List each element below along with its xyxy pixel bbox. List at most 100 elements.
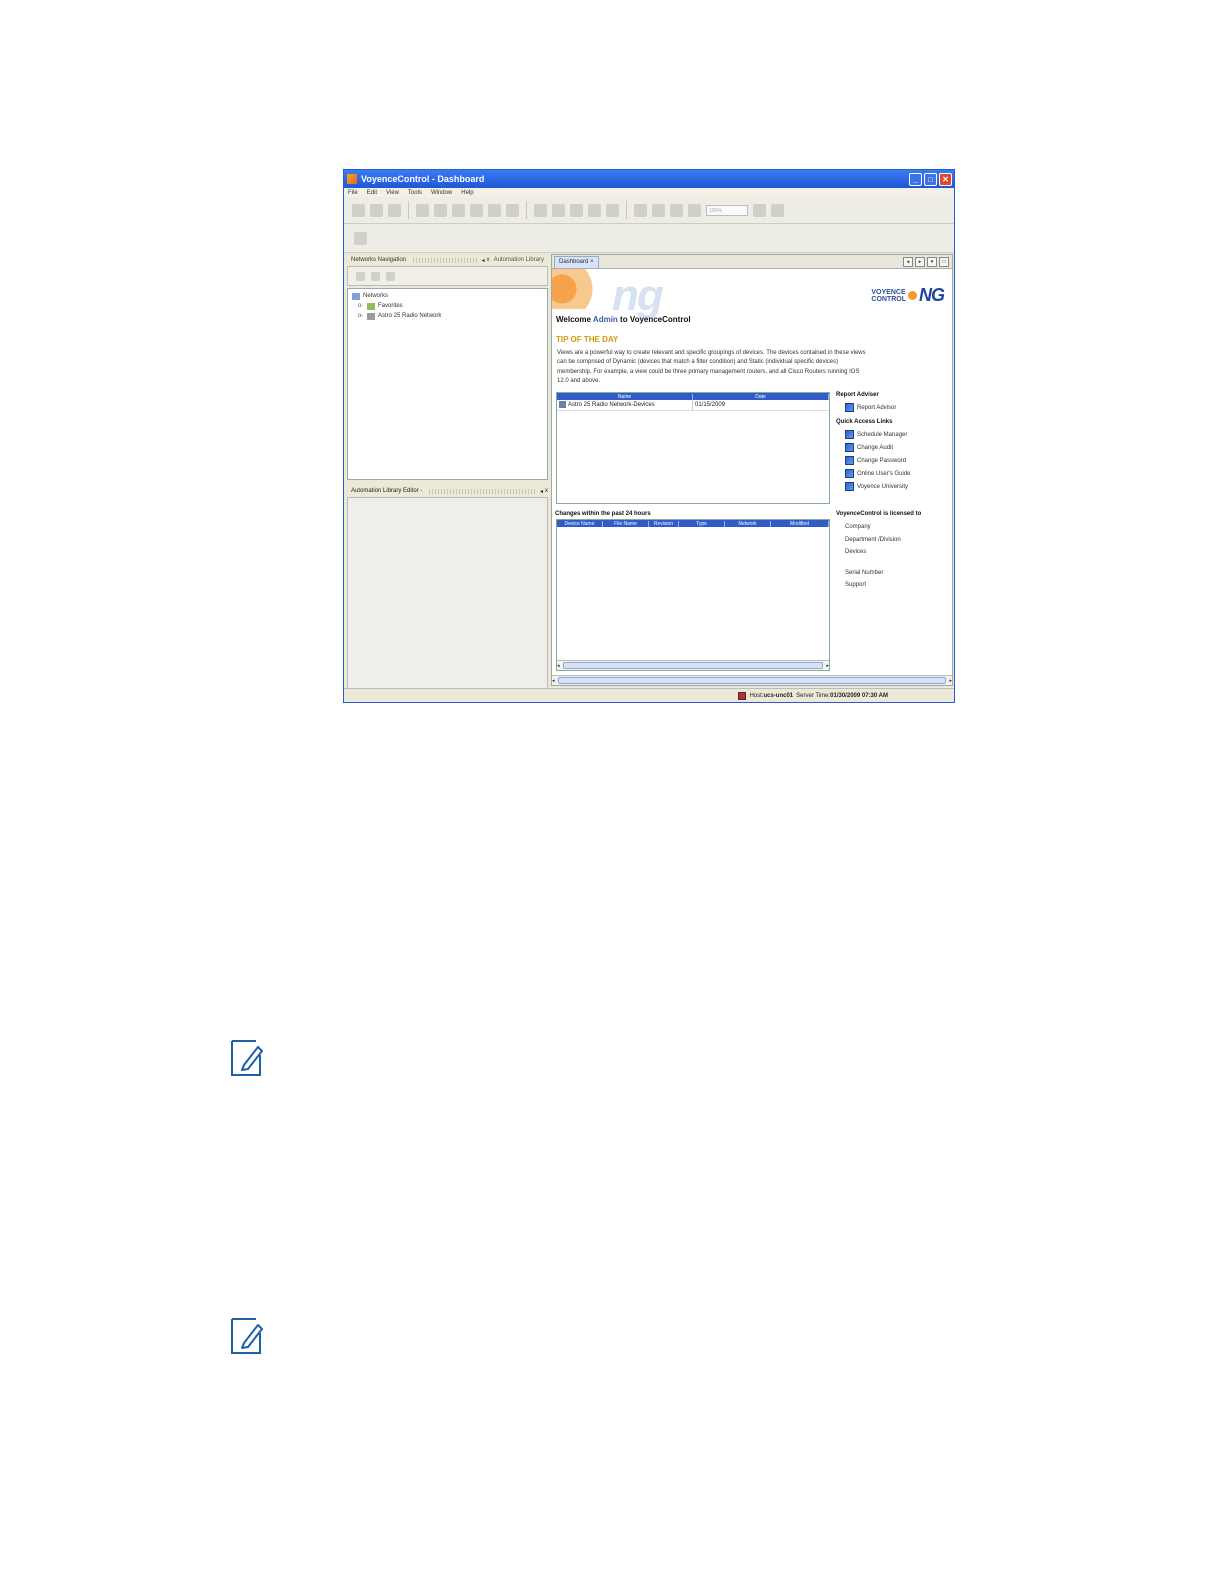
close-tab-icon[interactable]: × [590,259,594,265]
voyence-logo: VOYENCE CONTROL NG [871,285,945,305]
license-fields: Company Department /Division Devices Ser… [845,521,901,592]
tab-list-icon[interactable]: ▾ [927,256,937,267]
home-icon[interactable] [354,231,367,245]
sun-graphic [552,269,607,309]
license-company: Company [845,524,871,530]
pin-icon[interactable]: ◂ [482,257,485,264]
changes-title: Changes within the past 24 hours [555,511,651,517]
expand-icon[interactable] [356,271,365,281]
link-change-audit[interactable]: Change Audit [836,441,952,454]
edit-note-icon [231,1040,263,1076]
column-file-name[interactable]: File Name [603,520,649,527]
table-icon[interactable] [552,203,565,217]
print-icon[interactable] [534,203,547,217]
drag-handle[interactable] [413,257,477,263]
zoom-select[interactable]: 100% [706,204,748,216]
window-title: VoyenceControl - Dashboard [361,174,485,184]
automation-editor-body [347,498,548,689]
link-voyence-university[interactable]: Voyence University [836,480,952,493]
favorites-icon [367,302,375,310]
tree-item-astro-network[interactable]: o- Astro 25 Radio Network [352,311,543,321]
filter-edit-icon[interactable] [606,203,619,217]
title-bar[interactable]: VoyenceControl - Dashboard _ □ ✕ [344,170,954,188]
find-icon[interactable] [388,203,401,217]
menu-edit[interactable]: Edit [367,190,377,196]
column-date[interactable]: Date [693,393,829,400]
topology-icon[interactable] [570,203,583,217]
column-network[interactable]: Network [725,520,771,527]
tab-dashboard[interactable]: Dashboard × [554,255,599,268]
menu-bar: File Edit View Tools Window Help [344,188,954,197]
scroll-right-icon[interactable]: ▸ [949,678,952,684]
maximize-button[interactable]: □ [924,172,937,186]
tab-networks-navigation[interactable]: Networks Navigation [347,257,410,263]
user-icon[interactable] [352,203,365,217]
column-device-name[interactable]: Device Name [557,520,603,527]
app-window: VoyenceControl - Dashboard _ □ ✕ File Ed… [343,169,955,703]
scroll-thumb[interactable] [562,662,824,669]
menu-window[interactable]: Window [431,190,452,196]
filter-icon[interactable] [588,203,601,217]
menu-file[interactable]: File [348,190,358,196]
grid-icon[interactable] [634,203,647,217]
minimize-button[interactable]: _ [909,172,922,186]
funnel-icon[interactable] [652,203,665,217]
device-edit-icon[interactable] [452,203,465,217]
scroll-left-icon[interactable]: ◂ [903,256,913,267]
config-icon[interactable] [488,203,501,217]
license-devices: Devices [845,549,867,555]
license-support: Support [845,582,867,588]
tip-title: TIP OF THE DAY [556,335,619,344]
scroll-left-icon[interactable]: ◂ [557,663,560,669]
tab-automation-library[interactable]: Automation Library [490,257,548,263]
document-icon[interactable] [506,203,519,217]
column-name[interactable]: Name [557,393,693,400]
device-add-icon[interactable] [434,203,447,217]
changes-scrollbar[interactable]: ◂ ▸ [557,660,829,670]
link-change-password[interactable]: Change Password [836,454,952,467]
link-online-users-guide[interactable]: Online User's Guide [836,467,952,480]
toolbar-separator [526,201,527,219]
tree-item-favorites[interactable]: o- Favorites [352,301,543,311]
column-modified[interactable]: Modified [771,520,829,527]
welcome-message: Welcome Admin to VoyenceControl [556,315,691,324]
column-revision[interactable]: Revision [649,520,679,527]
automation-editor-header: Automation Library Editor - ◂ x [347,485,548,498]
expand-toggle-icon[interactable]: o- [358,313,364,319]
scroll-thumb[interactable] [557,677,947,684]
document-tabs: Dashboard × ◂ ▸ ▾ □ [552,255,952,269]
tree-item-networks[interactable]: Networks [352,291,543,301]
scroll-left-icon[interactable]: ◂ [552,678,555,684]
link-schedule-manager[interactable]: Schedule Manager [836,428,952,441]
user-add-icon[interactable] [370,203,383,217]
table-row[interactable]: Astro 25 Radio Network-Devices 01/15/200… [557,400,829,411]
delete-icon[interactable] [771,203,784,217]
dashboard-panel: Dashboard × ◂ ▸ ▾ □ ng VOYENCE CONTROL NG… [551,254,953,686]
collapse-icon[interactable] [371,271,380,281]
close-panel-icon[interactable]: x [545,488,548,494]
device-import-icon[interactable] [470,203,483,217]
column-type[interactable]: Type [679,520,725,527]
toolbar-separator [408,201,409,219]
device-icon[interactable] [416,203,429,217]
zoom-in-icon[interactable] [670,203,683,217]
expand-toggle-icon[interactable]: o- [358,303,364,309]
close-button[interactable]: ✕ [939,172,952,186]
changes-table: Device Name File Name Revision Type Netw… [556,519,830,671]
zoom-out-icon[interactable] [688,203,701,217]
maximize-panel-icon[interactable]: □ [939,256,949,267]
refresh-icon[interactable] [386,271,395,281]
menu-help[interactable]: Help [461,190,473,196]
dashboard-scrollbar[interactable]: ◂ ▸ [552,675,952,685]
drag-handle[interactable] [429,488,535,494]
dashboard-banner: ng VOYENCE CONTROL NG [552,269,952,320]
link-arrow-icon [845,456,854,465]
secondary-toolbar [344,224,954,253]
menu-view[interactable]: View [386,190,399,196]
pin-icon[interactable]: ◂ [540,488,543,495]
scroll-right-icon[interactable]: ▸ [826,663,829,669]
link-report-advisor[interactable]: Report Advisor [836,401,952,414]
menu-tools[interactable]: Tools [408,190,422,196]
layout-icon[interactable] [753,203,766,217]
scroll-right-icon[interactable]: ▸ [915,256,925,267]
